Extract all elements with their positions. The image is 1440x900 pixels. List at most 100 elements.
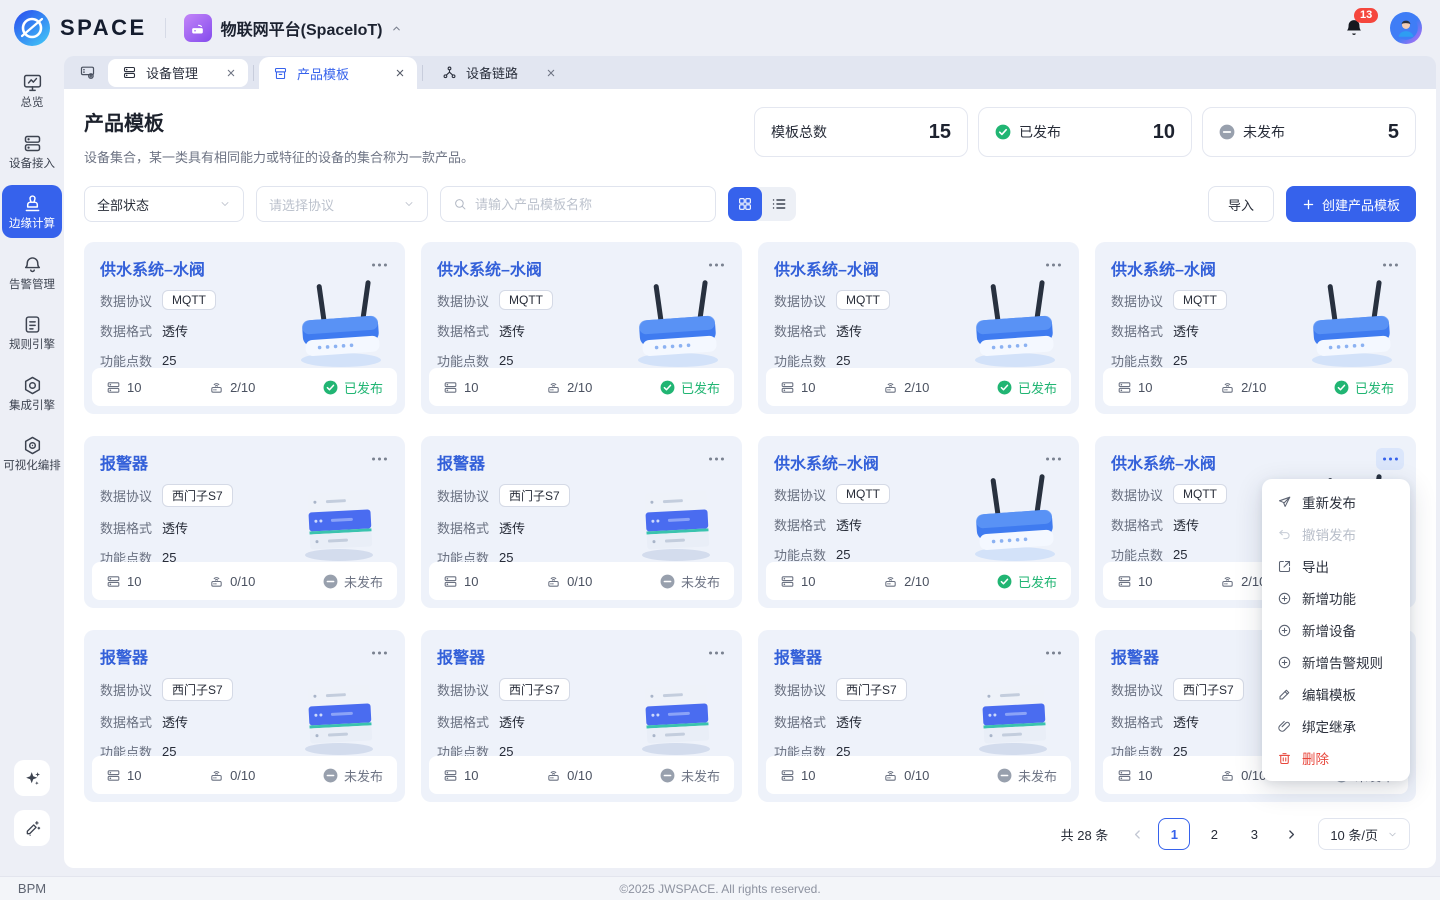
protocol-tag: 西门子S7 bbox=[162, 678, 233, 701]
brand[interactable]: SPACE bbox=[14, 10, 147, 46]
card-more-button[interactable] bbox=[365, 642, 393, 664]
page-size-select[interactable]: 10 条/页 bbox=[1318, 818, 1410, 850]
menu-item-label: 新增功能 bbox=[1302, 588, 1356, 608]
status-badge: 未发布 bbox=[997, 766, 1057, 785]
product-card[interactable]: 供水系统–水阀 数据协议 MQTT 数据格式 透传 功能点数 25 10 2/1… bbox=[1095, 242, 1416, 414]
product-card[interactable]: 供水系统–水阀 数据协议 MQTT 数据格式 透传 功能点数 25 10 2/1… bbox=[84, 242, 405, 414]
card-more-button[interactable] bbox=[1376, 448, 1404, 470]
prev-page-button[interactable] bbox=[1124, 818, 1150, 850]
menu-item-5[interactable]: 新增告警规则 bbox=[1262, 646, 1410, 678]
search-box bbox=[440, 186, 716, 222]
menu-item-7[interactable]: 绑定继承 bbox=[1262, 710, 1410, 742]
close-icon[interactable] bbox=[395, 68, 405, 78]
menu-item-6[interactable]: 编辑模板 bbox=[1262, 678, 1410, 710]
protocol-label: 数据协议 bbox=[1111, 485, 1163, 504]
tab-product-template[interactable]: 产品模板 bbox=[259, 57, 417, 89]
app-name: 物联网平台(SpaceIoT) bbox=[221, 16, 383, 40]
card-context-menu: 重新发布 撤销发布 导出 新增功能 新增设备 新增告警规则 编辑模板 绑定继承 … bbox=[1262, 479, 1410, 781]
status-badge: 已发布 bbox=[997, 572, 1057, 591]
card-more-button[interactable] bbox=[702, 254, 730, 276]
product-card[interactable]: 供水系统–水阀 数据协议 MQTT 数据格式 透传 功能点数 25 10 2/1… bbox=[758, 436, 1079, 608]
card-more-button[interactable] bbox=[702, 448, 730, 470]
product-card[interactable]: 报警器 数据协议 西门子S7 数据格式 透传 功能点数 25 10 0/10 bbox=[421, 630, 742, 802]
sidebar-item-6[interactable]: 可视化编排 bbox=[2, 427, 62, 480]
tab-launcher-icon[interactable] bbox=[72, 64, 102, 81]
menu-item-0[interactable]: 重新发布 bbox=[1262, 486, 1410, 518]
tab-device-manage[interactable]: 设备管理 bbox=[108, 59, 248, 87]
status-select[interactable]: 全部状态 bbox=[84, 186, 244, 222]
status-badge: 未发布 bbox=[323, 572, 383, 591]
card-more-button[interactable] bbox=[1039, 254, 1067, 276]
product-card[interactable]: 供水系统–水阀 数据协议 MQTT 数据格式 透传 功能点数 25 10 2/1… bbox=[758, 242, 1079, 414]
gateway-count-value: 0/10 bbox=[230, 574, 255, 589]
protocol-select[interactable]: 请选择协议 bbox=[256, 186, 428, 222]
user-avatar[interactable] bbox=[1390, 12, 1422, 44]
card-more-button[interactable] bbox=[1039, 448, 1067, 470]
menu-item-8[interactable]: 删除 bbox=[1262, 742, 1410, 774]
card-more-button[interactable] bbox=[1039, 642, 1067, 664]
app-switcher[interactable]: 物联网平台(SpaceIoT) bbox=[184, 14, 403, 42]
page-button-3[interactable]: 3 bbox=[1238, 818, 1270, 850]
gateway-count: 2/10 bbox=[883, 574, 929, 589]
card-more-button[interactable] bbox=[702, 642, 730, 664]
menu-item-3[interactable]: 新增功能 bbox=[1262, 582, 1410, 614]
product-card[interactable]: 供水系统–水阀 数据协议 MQTT 数据格式 透传 功能点数 25 10 2/1… bbox=[421, 242, 742, 414]
server-mini-icon bbox=[106, 768, 121, 783]
sidebar-item-0[interactable]: 总览 bbox=[2, 64, 62, 117]
grid-view-button[interactable] bbox=[728, 187, 762, 221]
page-button-1[interactable]: 1 bbox=[1158, 818, 1190, 850]
page-button-2[interactable]: 2 bbox=[1198, 818, 1230, 850]
points-label: 功能点数 bbox=[437, 351, 489, 370]
product-card[interactable]: 报警器 数据协议 西门子S7 数据格式 透传 功能点数 25 10 0/10 bbox=[84, 436, 405, 608]
more-dots-icon bbox=[371, 650, 388, 656]
product-card[interactable]: 报警器 数据协议 西门子S7 数据格式 透传 功能点数 25 10 0/10 bbox=[84, 630, 405, 802]
card-more-button[interactable] bbox=[1376, 254, 1404, 276]
close-icon[interactable] bbox=[546, 68, 556, 78]
menu-item-1[interactable]: 撤销发布 bbox=[1262, 518, 1410, 550]
tab-device-link[interactable]: 设备链路 bbox=[428, 59, 568, 87]
import-button[interactable]: 导入 bbox=[1208, 186, 1274, 222]
device-count-value: 10 bbox=[464, 380, 478, 395]
points-value: 25 bbox=[162, 353, 176, 368]
menu-item-4[interactable]: 新增设备 bbox=[1262, 614, 1410, 646]
protocol-select-placeholder: 请选择协议 bbox=[269, 195, 334, 214]
protocol-label: 数据协议 bbox=[100, 291, 152, 310]
sidebar-item-2[interactable]: 边缘计算 bbox=[2, 185, 62, 238]
sidebar-item-3[interactable]: 告警管理 bbox=[2, 246, 62, 299]
more-dots-icon bbox=[708, 262, 725, 268]
menu-item-2[interactable]: 导出 bbox=[1262, 550, 1410, 582]
search-input[interactable] bbox=[475, 197, 703, 212]
next-page-button[interactable] bbox=[1278, 818, 1304, 850]
card-more-button[interactable] bbox=[365, 448, 393, 470]
sidebar-tool-0[interactable] bbox=[14, 760, 50, 796]
list-view-button[interactable] bbox=[762, 187, 796, 221]
sidebar-tools bbox=[14, 760, 50, 846]
more-dots-icon bbox=[708, 456, 725, 462]
page-footer: BPM ©2025 JWSPACE. All rights reserved. bbox=[0, 876, 1440, 900]
product-card[interactable]: 报警器 数据协议 西门子S7 数据格式 透传 功能点数 25 10 0/10 bbox=[421, 436, 742, 608]
sidebar-item-1[interactable]: 设备接入 bbox=[2, 125, 62, 178]
tab-separator bbox=[253, 65, 254, 81]
points-label: 功能点数 bbox=[774, 545, 826, 564]
close-icon[interactable] bbox=[226, 68, 236, 78]
sidebar-item-4[interactable]: 规则引擎 bbox=[2, 306, 62, 359]
stat-value: 5 bbox=[1388, 121, 1399, 144]
sidebar-item-5[interactable]: 集成引擎 bbox=[2, 367, 62, 420]
status-label: 已发布 bbox=[1018, 378, 1057, 397]
integration-engine-icon bbox=[22, 375, 43, 396]
create-template-button[interactable]: 创建产品模板 bbox=[1286, 186, 1416, 222]
format-label: 数据格式 bbox=[100, 518, 152, 537]
menu-item-label: 新增设备 bbox=[1302, 620, 1356, 640]
product-card[interactable]: 报警器 数据协议 西门子S7 数据格式 透传 功能点数 25 10 0/10 bbox=[758, 630, 1079, 802]
device-count-value: 10 bbox=[1138, 574, 1152, 589]
product-card-title: 报警器 bbox=[437, 450, 728, 474]
menu-item-label: 撤销发布 bbox=[1302, 524, 1356, 544]
notification-bell[interactable]: 13 bbox=[1344, 18, 1364, 38]
format-label: 数据格式 bbox=[100, 321, 152, 340]
card-more-button[interactable] bbox=[365, 254, 393, 276]
sidebar-tool-1[interactable] bbox=[14, 810, 50, 846]
card-footer: 10 2/10 已发布 bbox=[766, 562, 1071, 600]
device-count: 10 bbox=[780, 768, 815, 783]
stat-total: 模板总数 15 bbox=[754, 107, 968, 157]
chevron-down-icon bbox=[403, 198, 415, 210]
